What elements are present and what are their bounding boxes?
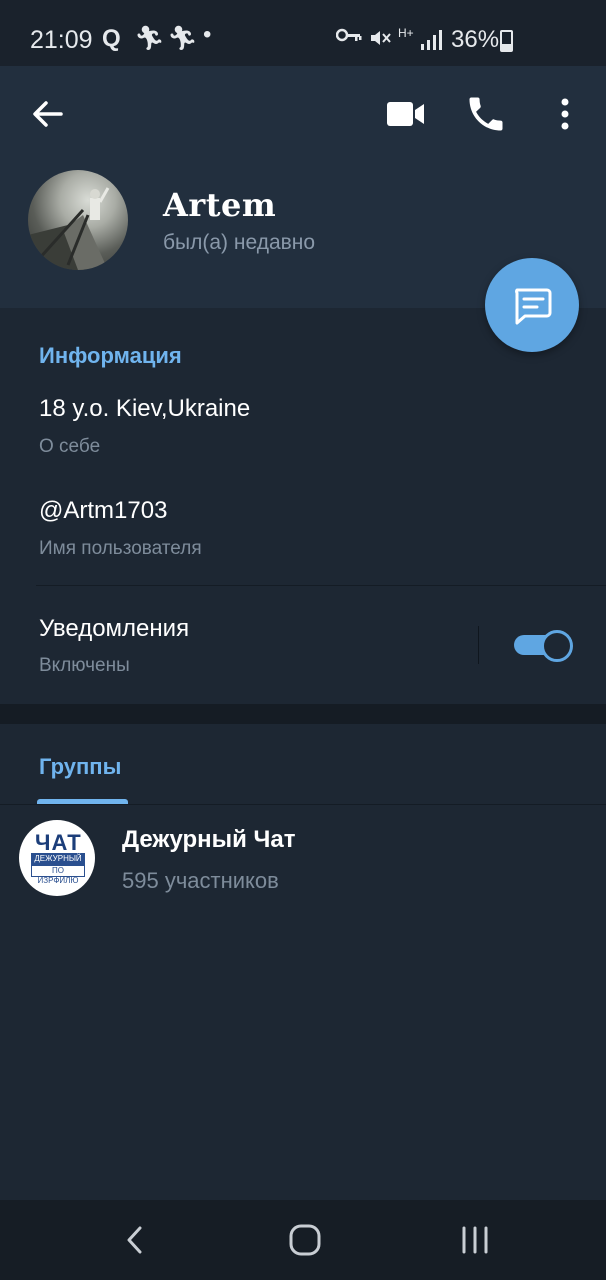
nav-back-icon[interactable] [120, 1222, 150, 1258]
group-avatar-line1: ДЕЖУРНЫЙ [34, 854, 82, 863]
status-bar: 21:09 Q 🏃︎ 🏃︎ • H+ 36% [0, 0, 606, 66]
message-fab-button[interactable] [485, 258, 579, 352]
divider [478, 626, 479, 664]
group-avatar: ЧАТ ДЕЖУРНЫЙ ПО ИЗРФИЛЮ [19, 820, 95, 896]
mute-icon [371, 31, 391, 45]
group-name: Дежурный Чат [122, 826, 296, 853]
bio-label: О себе [39, 436, 101, 457]
tab-groups[interactable]: Группы [39, 754, 121, 780]
avatar[interactable] [28, 170, 128, 270]
phone-icon[interactable] [464, 92, 508, 136]
battery-icon [500, 30, 513, 52]
signal-icon [421, 30, 442, 50]
runner-icon: 🏃︎ [167, 25, 198, 52]
video-call-icon[interactable] [384, 96, 428, 132]
nav-recent-apps-icon[interactable] [458, 1224, 492, 1256]
divider [36, 585, 606, 586]
more-vert-icon[interactable] [550, 92, 580, 136]
info-section: Информация 18 y.o. Kiev,Ukraine О себе @… [0, 310, 606, 704]
q-icon: Q [102, 25, 121, 52]
dot-icon: • [203, 21, 212, 48]
notifications-toggle[interactable] [514, 630, 573, 662]
last-seen-status: был(а) недавно [163, 231, 316, 254]
username-label: Имя пользователя [39, 538, 202, 559]
bio-value[interactable]: 18 y.o. Kiev,Ukraine [39, 395, 250, 423]
key-icon [336, 28, 362, 42]
group-avatar-line2: ПО ИЗРФИЛЮ [37, 866, 79, 885]
notifications-title[interactable]: Уведомления [39, 615, 189, 643]
notifications-status: Включены [39, 655, 130, 676]
status-icons: H+ 36% [306, 22, 606, 58]
group-members: 595 участников [122, 868, 279, 893]
list-item[interactable]: ЧАТ ДЕЖУРНЫЙ ПО ИЗРФИЛЮ Дежурный Чат 595… [0, 816, 606, 904]
runner-icon: 🏃︎ [134, 25, 165, 52]
battery-level: 36% [451, 26, 500, 53]
toggle-knob [541, 630, 573, 662]
section-gap [0, 704, 606, 724]
divider [0, 804, 606, 805]
profile-name: Artem [163, 186, 277, 224]
groups-section: Группы ЧАТ ДЕЖУРНЫЙ ПО ИЗРФИЛЮ Дежурный … [0, 724, 606, 1200]
status-time: 21:09 [30, 26, 93, 54]
info-section-title: Информация [39, 343, 182, 368]
chat-bubble-icon [515, 288, 552, 325]
nav-home-icon[interactable] [287, 1222, 323, 1258]
back-arrow-icon[interactable] [28, 94, 68, 134]
network-icon: H+ [398, 26, 414, 40]
navigation-bar [0, 1200, 606, 1280]
username-value[interactable]: @Artm1703 [39, 497, 167, 525]
